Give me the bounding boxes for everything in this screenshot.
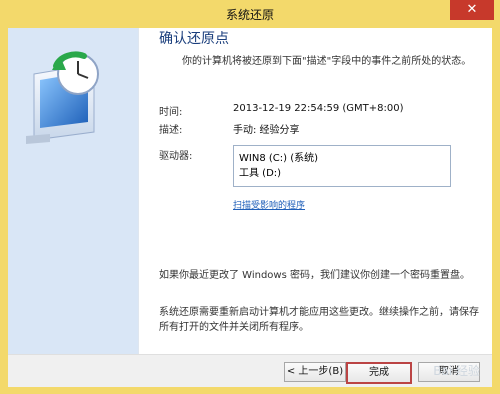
- vertical-separator: [138, 28, 139, 354]
- drive-item: 工具 (D:): [239, 168, 282, 179]
- password-note: 如果你最近更改了 Windows 密码，我们建议你创建一个密码重置盘。: [159, 270, 470, 281]
- page-title: 确认还原点: [159, 31, 229, 47]
- system-restore-icon: [26, 51, 99, 144]
- time-value: 2013-12-19 22:54:59 (GMT+8:00): [233, 103, 404, 114]
- description-label: 描述:: [159, 125, 183, 136]
- drives-list: WIN8 (C:) (系统) 工具 (D:): [233, 145, 451, 187]
- button-bar: < 上一步(B) 完成 取消 Bai 经验: [8, 354, 492, 387]
- left-pane: [8, 28, 138, 354]
- back-button[interactable]: < 上一步(B): [284, 362, 346, 382]
- system-restore-window: 系统还原 ✕ 确认还原点 你的计算机将被还原到下面"描述"字段中的事件之前所处的…: [0, 0, 500, 394]
- watermark: Bai 经验: [433, 364, 480, 378]
- restart-note: 系统还原需要重新启动计算机才能应用这些更改。继续操作之前，请保存所有打开的文件并…: [159, 307, 479, 333]
- description-value: 手动: 经验分享: [233, 125, 300, 136]
- page-subtitle: 你的计算机将被还原到下面"描述"字段中的事件之前所处的状态。: [182, 56, 472, 67]
- time-label: 时间:: [159, 107, 183, 118]
- close-icon[interactable]: ✕: [450, 0, 494, 20]
- finish-button[interactable]: 完成: [346, 362, 412, 384]
- title-bar: 系统还原 ✕: [0, 0, 500, 28]
- dialog-content: 确认还原点 你的计算机将被还原到下面"描述"字段中的事件之前所处的状态。 时间:…: [8, 28, 492, 387]
- drives-label: 驱动器:: [159, 151, 193, 162]
- scan-affected-programs-link[interactable]: 扫描受影响的程序: [233, 198, 305, 211]
- window-title: 系统还原: [225, 8, 274, 22]
- drive-item: WIN8 (C:) (系统): [239, 153, 318, 164]
